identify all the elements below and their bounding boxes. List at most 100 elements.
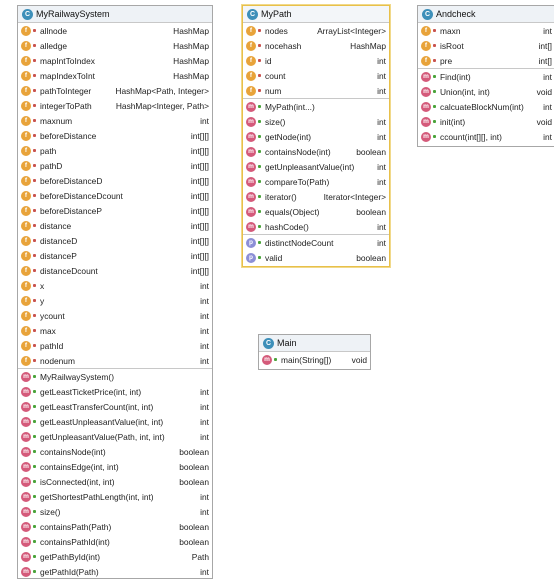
- railway-method-row-getpathid-path[interactable]: m getPathId(Path) int: [18, 564, 212, 578]
- railway-method-row-containsnode-int[interactable]: m containsNode(int) boolean: [18, 444, 212, 459]
- railway-field-row-pathtointeger[interactable]: f pathToInteger HashMap<Path, Integer>: [18, 83, 212, 98]
- mypath-method-row-getnode-int[interactable]: m getNode(int) int: [243, 129, 389, 144]
- railway-method-row-getleastunpleasantvalue-int-int[interactable]: m getLeastUnpleasantValue(int, int) int: [18, 414, 212, 429]
- method-type: int: [200, 401, 209, 412]
- public-visibility-icon: [33, 450, 36, 453]
- railway-field-row-allnode[interactable]: f allnode HashMap: [18, 23, 212, 38]
- andcheck-method-row-calcuateblocknum-int[interactable]: m calcuateBlockNum(int) int: [418, 99, 554, 114]
- railway-field-row-pathid[interactable]: f pathId int: [18, 338, 212, 353]
- field-type: int: [200, 295, 209, 306]
- class-header[interactable]: C Andcheck: [418, 6, 554, 23]
- class-icon: C: [22, 8, 33, 20]
- mypath-method-row-hashcode[interactable]: m hashCode() int: [243, 219, 389, 234]
- railway-method-row-containspathid-int[interactable]: m containsPathId(int) boolean: [18, 534, 212, 549]
- railway-method-row-getleastticketprice-int-int[interactable]: m getLeastTicketPrice(int, int) int: [18, 384, 212, 399]
- mypath-field-row-num[interactable]: f num int: [243, 83, 389, 98]
- method-icon: m: [21, 566, 31, 577]
- field-icon: f: [421, 55, 431, 66]
- mypath-method-row-size[interactable]: m size() int: [243, 114, 389, 129]
- railway-field-row-mapindextoint[interactable]: f mapIndexToInt HashMap: [18, 68, 212, 83]
- mypath-method-row-compareto-path[interactable]: m compareTo(Path) int: [243, 174, 389, 189]
- andcheck-method-row-ccount-int-int[interactable]: m ccount(int[][], int) int: [418, 129, 554, 144]
- railway-field-row-distance[interactable]: f distance int[][]: [18, 218, 212, 233]
- mypath-method-row-containsnode-int[interactable]: m containsNode(int) boolean: [243, 144, 389, 159]
- field-type: int[][]: [190, 250, 209, 261]
- field-name: distanceD: [40, 235, 78, 246]
- class-header[interactable]: C Main: [259, 335, 370, 352]
- field-name: isRoot: [440, 40, 464, 51]
- method-type: boolean: [179, 476, 209, 487]
- railway-field-row-maxnum[interactable]: f maxnum int: [18, 113, 212, 128]
- railway-field-row-pathd[interactable]: f pathD int[][]: [18, 158, 212, 173]
- mypath-property-row-valid[interactable]: p valid boolean: [243, 250, 389, 265]
- railway-method-row-getpathbyid-int[interactable]: m getPathById(int) Path: [18, 549, 212, 564]
- railway-field-row-beforedistancep[interactable]: f beforeDistanceP int[][]: [18, 203, 212, 218]
- railway-field-row-max[interactable]: f max int: [18, 323, 212, 338]
- railway-field-row-ycount[interactable]: f ycount int: [18, 308, 212, 323]
- class-box-mypath[interactable]: C MyPath f nodes ArrayList<Integer> f nocehash…: [242, 5, 390, 267]
- mypath-field-row-count[interactable]: f count int: [243, 68, 389, 83]
- field-type: int: [200, 325, 209, 336]
- property-icon: p: [246, 237, 256, 248]
- class-header[interactable]: C MyRailwaySystem: [18, 6, 212, 23]
- railway-method-row-isconnected-int-int[interactable]: m isConnected(int, int) boolean: [18, 474, 212, 489]
- andcheck-field-row-isroot[interactable]: f isRoot int[]: [418, 38, 554, 53]
- railway-method-row-containspath-path[interactable]: m containsPath(Path) boolean: [18, 519, 212, 534]
- field-type: int[][]: [190, 130, 209, 141]
- railway-field-row-path[interactable]: f path int[][]: [18, 143, 212, 158]
- class-box-myrailwaysystem[interactable]: C MyRailwaySystem f allnode HashMap f alledge H…: [17, 5, 213, 579]
- railway-field-row-beforedistancedcount[interactable]: f beforeDistanceDcount int[][]: [18, 188, 212, 203]
- railway-field-row-y[interactable]: f y int: [18, 293, 212, 308]
- andcheck-method-row-union-int-int[interactable]: m Union(int, int) void: [418, 84, 554, 99]
- mypath-method-row-iterator[interactable]: m iterator() Iterator<Integer>: [243, 189, 389, 204]
- railway-field-row-distancedcount[interactable]: f distanceDcount int[][]: [18, 263, 212, 278]
- railway-method-row-size[interactable]: m size() int: [18, 504, 212, 519]
- field-icon: f: [21, 115, 31, 126]
- railway-method-row-getshortestpathlength-int-int[interactable]: m getShortestPathLength(int, int) int: [18, 489, 212, 504]
- field-icon: f: [246, 70, 256, 81]
- mypath-method-row-equals-object[interactable]: m equals(Object) boolean: [243, 204, 389, 219]
- class-box-main[interactable]: C Main m main(String[]) void: [258, 334, 371, 370]
- method-name: containsPathId(int): [40, 536, 110, 547]
- railway-field-row-integertopath[interactable]: f integerToPath HashMap<Integer, Path>: [18, 98, 212, 113]
- method-icon: m: [421, 86, 431, 97]
- railway-field-row-nodenum[interactable]: f nodenum int: [18, 353, 212, 368]
- mypath-field-row-nocehash[interactable]: f nocehash HashMap: [243, 38, 389, 53]
- method-name: Find(int): [440, 71, 471, 82]
- railway-field-row-distancep[interactable]: f distanceP int[][]: [18, 248, 212, 263]
- railway-method-row-getunpleasantvalue-path-int-int[interactable]: m getUnpleasantValue(Path, int, int) int: [18, 429, 212, 444]
- andcheck-method-row-init-int[interactable]: m init(int) void: [418, 114, 554, 129]
- class-name: MyRailwaySystem: [36, 9, 110, 19]
- class-header[interactable]: C MyPath: [243, 6, 389, 23]
- railway-field-row-x[interactable]: f x int: [18, 278, 212, 293]
- railway-field-row-alledge[interactable]: f alledge HashMap: [18, 38, 212, 53]
- field-icon: f: [21, 55, 31, 66]
- andcheck-field-row-maxn[interactable]: f maxn int: [418, 23, 554, 38]
- mypath-field-row-nodes[interactable]: f nodes ArrayList<Integer>: [243, 23, 389, 38]
- main-method-row-main-string[interactable]: m main(String[]) void: [259, 352, 370, 367]
- mypath-method-row-getunpleasantvalue-int[interactable]: m getUnpleasantValue(int) int: [243, 159, 389, 174]
- railway-method-row-containsedge-int-int[interactable]: m containsEdge(int, int) boolean: [18, 459, 212, 474]
- class-box-andcheck[interactable]: C Andcheck f maxn int f isRoot int[] f pre int[] m F…: [417, 5, 554, 147]
- railway-method-row-myrailwaysystem[interactable]: m MyRailwaySystem(): [18, 368, 212, 384]
- railway-method-row-getleasttransfercount-int-int[interactable]: m getLeastTransferCount(int, int) int: [18, 399, 212, 414]
- method-type: int: [543, 71, 552, 82]
- mypath-property-row-distinctnodecount[interactable]: p distinctNodeCount int: [243, 234, 389, 250]
- railway-field-row-mapinttoindex[interactable]: f mapIntToIndex HashMap: [18, 53, 212, 68]
- private-visibility-icon: [33, 134, 36, 137]
- method-icon: m: [21, 506, 31, 517]
- method-type: int: [377, 161, 386, 172]
- railway-field-row-distanced[interactable]: f distanceD int[][]: [18, 233, 212, 248]
- andcheck-field-row-pre[interactable]: f pre int[]: [418, 53, 554, 68]
- andcheck-method-row-find-int[interactable]: m Find(int) int: [418, 68, 554, 84]
- mypath-method-row-mypath-int[interactable]: m MyPath(int...): [243, 98, 389, 114]
- railway-field-row-beforedistanced[interactable]: f beforeDistanceD int[][]: [18, 173, 212, 188]
- public-visibility-icon: [258, 195, 261, 198]
- private-visibility-icon: [258, 89, 261, 92]
- mypath-field-row-id[interactable]: f id int: [243, 53, 389, 68]
- railway-field-row-beforedistance[interactable]: f beforeDistance int[][]: [18, 128, 212, 143]
- field-icon: f: [21, 85, 31, 96]
- field-name: id: [265, 55, 272, 66]
- private-visibility-icon: [33, 209, 36, 212]
- field-icon: f: [421, 40, 431, 51]
